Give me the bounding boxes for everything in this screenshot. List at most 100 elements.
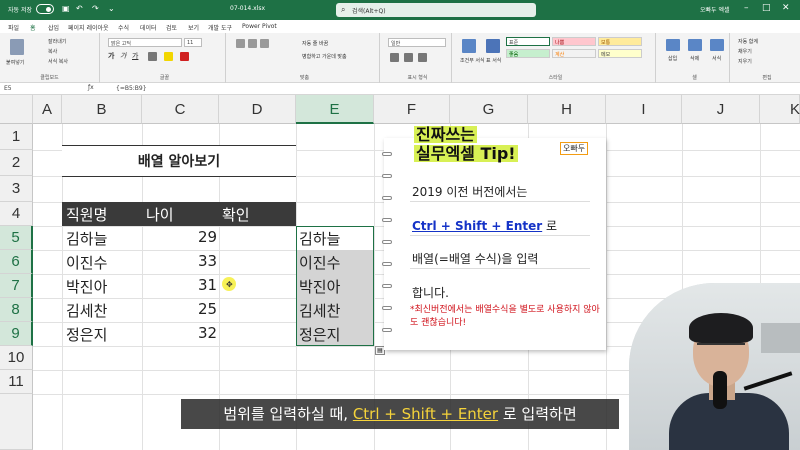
tab-developer[interactable]: 개발 도구 bbox=[208, 23, 232, 32]
column-header-i[interactable]: I bbox=[606, 95, 682, 124]
name-cell[interactable]: 이진수 bbox=[66, 252, 107, 273]
align-bottom-icon[interactable] bbox=[260, 39, 269, 48]
column-header-e[interactable]: E bbox=[296, 95, 374, 124]
name-cell[interactable]: 김세찬 bbox=[66, 300, 107, 321]
fx-icon[interactable]: ƒx bbox=[88, 84, 94, 91]
column-header-f[interactable]: F bbox=[374, 95, 450, 124]
format-painter-button[interactable]: 서식 복사 bbox=[48, 58, 68, 65]
row-header-6[interactable]: 6 bbox=[0, 250, 33, 274]
table-format-button[interactable]: 표 서식 bbox=[486, 57, 501, 64]
delete-cells-button[interactable]: 삭제 bbox=[690, 55, 699, 62]
result-cell[interactable]: 정은지 bbox=[299, 324, 340, 345]
column-header-b[interactable]: B bbox=[62, 95, 142, 124]
tab-file[interactable]: 파일 bbox=[8, 23, 19, 32]
name-cell[interactable]: 박진아 bbox=[66, 276, 107, 297]
bold-icon[interactable]: 가 bbox=[108, 51, 114, 61]
save-icon[interactable]: ▣ bbox=[62, 4, 70, 13]
cut-button[interactable]: 잘라내기 bbox=[48, 38, 66, 45]
format-cells-button[interactable]: 서식 bbox=[712, 55, 721, 62]
row-header-10[interactable]: 10 bbox=[0, 346, 33, 370]
header-name[interactable]: 직원명 bbox=[66, 204, 107, 225]
name-cell[interactable]: 정은지 bbox=[66, 324, 107, 345]
copy-button[interactable]: 복사 bbox=[48, 48, 57, 55]
age-cell[interactable]: 25 bbox=[198, 300, 217, 318]
tab-view[interactable]: 보기 bbox=[188, 23, 199, 32]
row-header-7[interactable]: 7 bbox=[0, 274, 33, 298]
undo-icon[interactable]: ↶ bbox=[76, 4, 83, 13]
quick-access-more-icon[interactable]: ⌄ bbox=[108, 4, 115, 13]
row-header-5[interactable]: 5 bbox=[0, 226, 33, 250]
search-input[interactable]: ⌕ 검색(Alt+Q) bbox=[336, 3, 536, 17]
clear-button[interactable]: 지우기 bbox=[738, 58, 752, 65]
style-bad[interactable]: 나쁨 bbox=[552, 37, 596, 46]
row-header-2[interactable]: 2 bbox=[0, 150, 33, 176]
row-header-9[interactable]: 9 bbox=[0, 322, 33, 346]
currency-icon[interactable] bbox=[390, 53, 399, 62]
row-header-4[interactable]: 4 bbox=[0, 202, 33, 226]
column-header-c[interactable]: C bbox=[142, 95, 219, 124]
maximize-icon[interactable]: □ bbox=[762, 3, 771, 13]
result-cell[interactable]: 박진아 bbox=[299, 276, 340, 297]
select-all-corner[interactable] bbox=[0, 95, 33, 124]
close-icon[interactable]: ✕ bbox=[782, 3, 790, 13]
wrap-text-button[interactable]: 자동 줄 바꿈 bbox=[302, 40, 328, 47]
row-header-1[interactable]: 1 bbox=[0, 124, 33, 150]
align-middle-icon[interactable] bbox=[248, 39, 257, 48]
header-check[interactable]: 확인 bbox=[222, 204, 250, 225]
style-good[interactable]: 좋음 bbox=[506, 49, 550, 58]
tab-formulas[interactable]: 수식 bbox=[118, 23, 129, 32]
column-header-g[interactable]: G bbox=[450, 95, 528, 124]
redo-icon[interactable]: ↷ bbox=[92, 4, 99, 13]
number-format-select[interactable]: 일반 bbox=[388, 38, 446, 47]
font-name-select[interactable]: 맑은 고딕 bbox=[108, 38, 182, 47]
column-header-a[interactable]: A bbox=[33, 95, 62, 124]
format-cells-icon[interactable] bbox=[710, 39, 724, 51]
user-name[interactable]: 오빠두 엑셀 bbox=[700, 5, 730, 14]
merge-center-button[interactable]: 병합하고 가운데 맞춤 bbox=[302, 53, 347, 60]
tab-insert[interactable]: 삽입 bbox=[48, 23, 59, 32]
column-header-d[interactable]: D bbox=[219, 95, 296, 124]
tab-review[interactable]: 검토 bbox=[166, 23, 177, 32]
column-header-h[interactable]: H bbox=[528, 95, 606, 124]
row-header-11[interactable]: 11 bbox=[0, 370, 33, 394]
age-cell[interactable]: 32 bbox=[198, 324, 217, 342]
age-cell[interactable]: 31 bbox=[198, 276, 217, 294]
name-cell[interactable]: 김하늘 bbox=[66, 228, 107, 249]
paste-icon[interactable] bbox=[10, 39, 24, 55]
column-header-j[interactable]: J bbox=[682, 95, 760, 124]
result-cell[interactable]: 김세찬 bbox=[299, 300, 340, 321]
border-icon[interactable] bbox=[148, 52, 157, 61]
formula-input[interactable]: {=B5:B9} bbox=[116, 85, 147, 92]
age-cell[interactable]: 29 bbox=[198, 228, 217, 246]
column-header-k[interactable]: K bbox=[760, 95, 800, 124]
autosave-toggle[interactable] bbox=[36, 4, 54, 14]
fill-color-icon[interactable] bbox=[164, 52, 173, 61]
italic-icon[interactable]: 가 bbox=[120, 51, 126, 61]
fill-button[interactable]: 채우기 bbox=[738, 48, 752, 55]
result-cell[interactable]: 이진수 bbox=[299, 252, 340, 273]
font-size-select[interactable]: 11 bbox=[184, 38, 202, 47]
autosum-button[interactable]: 자동 합계 bbox=[738, 38, 758, 45]
delete-cells-icon[interactable] bbox=[688, 39, 702, 51]
style-neutral[interactable]: 보통 bbox=[598, 37, 642, 46]
insert-cells-icon[interactable] bbox=[666, 39, 680, 51]
conditional-format-button[interactable]: 조건부 서식 bbox=[460, 57, 485, 64]
row-header-8[interactable]: 8 bbox=[0, 298, 33, 322]
result-cell[interactable]: 김하늘 bbox=[299, 228, 340, 249]
row-header-12[interactable] bbox=[0, 394, 33, 450]
age-cell[interactable]: 33 bbox=[198, 252, 217, 270]
align-top-icon[interactable] bbox=[236, 39, 245, 48]
minimize-icon[interactable]: – bbox=[744, 3, 749, 13]
insert-cells-button[interactable]: 삽입 bbox=[668, 55, 677, 62]
percent-icon[interactable] bbox=[404, 53, 413, 62]
name-box[interactable]: E5 bbox=[4, 85, 44, 92]
style-calc[interactable]: 계산 bbox=[552, 49, 596, 58]
header-age[interactable]: 나이 bbox=[146, 204, 174, 225]
conditional-format-icon[interactable] bbox=[462, 39, 476, 53]
comma-icon[interactable] bbox=[418, 53, 427, 62]
paste-button[interactable]: 붙여넣기 bbox=[6, 59, 24, 66]
table-format-icon[interactable] bbox=[486, 39, 500, 53]
underline-icon[interactable]: 가 bbox=[132, 51, 138, 61]
tab-power-pivot[interactable]: Power Pivot bbox=[242, 23, 277, 30]
row-header-3[interactable]: 3 bbox=[0, 176, 33, 202]
